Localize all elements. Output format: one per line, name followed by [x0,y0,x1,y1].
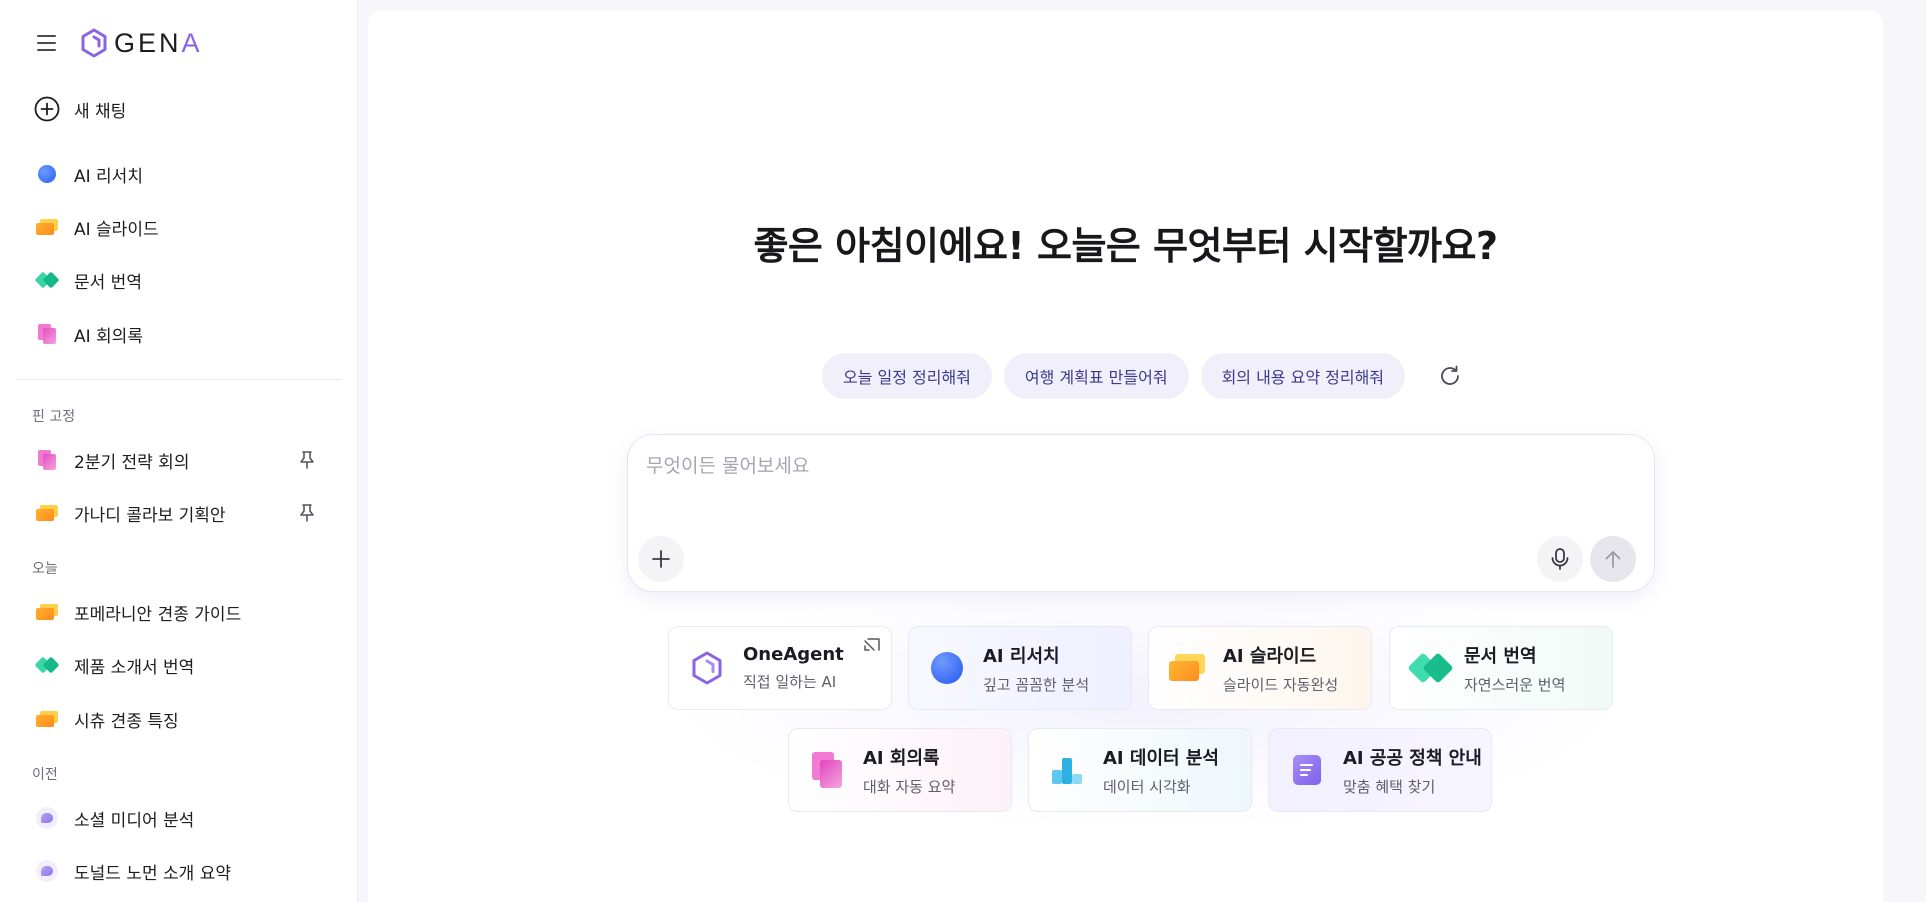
card-subtitle: 깊고 꼼꼼한 분석 [983,675,1090,694]
card-subtitle: 데이터 시각화 [1103,777,1191,796]
minutes-icon [30,324,64,344]
slides-icon [30,505,64,521]
history-item[interactable]: 가나디 콜라보 기획안 [24,491,334,535]
logo-mark-icon [81,28,107,58]
suggestion-chip[interactable]: 오늘 일정 정리해줘 [821,353,992,399]
research-icon [927,648,967,688]
card-subtitle: 직접 일하는 AI [743,673,837,691]
tool-card-ai-policy[interactable]: AI 공공 정책 안내 맞춤 혜택 찾기 [1268,728,1492,812]
slides-icon [1167,648,1207,688]
brand-bar: GENA [32,24,203,62]
sidebar-item-label: AI 슬라이드 [74,219,159,240]
card-title: AI 슬라이드 [1223,645,1317,667]
page-title: 좋은 아침이에요! 오늘은 무엇부터 시작할까요? [753,224,1498,268]
logo[interactable]: GENA [80,28,203,59]
history-item[interactable]: 도널드 노먼 소개 요약 [24,849,334,893]
history-item[interactable]: 소셜 미디어 분석 [24,796,334,840]
policy-icon [1287,750,1327,790]
tool-card-ai-minutes[interactable]: AI 회의록 대화 자동 요약 [788,728,1012,812]
card-subtitle: 대화 자동 요약 [863,777,956,796]
tool-card-ai-slides[interactable]: AI 슬라이드 슬라이드 자동완성 [1148,626,1372,710]
slides-icon [30,711,64,727]
tool-card-doc-translate[interactable]: 문서 번역 자연스러운 번역 [1389,626,1613,710]
history-item-label: 소셜 미디어 분석 [74,810,195,831]
attach-button[interactable] [638,536,684,582]
mic-icon [1551,548,1569,570]
translate-icon [1407,648,1454,688]
plus-circle-icon [30,96,64,122]
voice-button[interactable] [1537,536,1583,582]
oneagent-icon [687,648,727,688]
send-button[interactable] [1590,536,1636,582]
history-item[interactable]: 제품 소개서 번역 [24,643,334,687]
suggestion-chip[interactable]: 회의 내용 요약 정리해줘 [1200,353,1406,399]
card-title: AI 공공 정책 안내 [1343,747,1482,769]
card-title: AI 회의록 [863,747,940,769]
sidebar-item-ai-slides[interactable]: AI 슬라이드 [24,205,334,249]
minutes-icon [30,450,64,470]
sidebar-item-ai-research[interactable]: AI 리서치 [24,152,334,196]
tool-card-ai-research[interactable]: AI 리서치 깊고 꼼꼼한 분석 [908,626,1132,710]
new-chat-label: 새 채팅 [74,101,127,122]
sidebar-item-ai-minutes[interactable]: AI 회의록 [24,312,334,356]
tool-card-oneagent[interactable]: OneAgent 직접 일하는 AI [668,626,892,710]
history-item-label: 가나디 콜라보 기획안 [74,505,226,526]
history-item[interactable]: 시츄 견종 특징 [24,697,334,741]
research-icon [30,165,64,183]
history-item-label: 시츄 견종 특징 [74,711,179,732]
minutes-icon [807,750,847,790]
sidebar-item-label: AI 회의록 [74,326,143,347]
slides-icon [30,219,64,235]
card-subtitle: 맞춤 혜택 찾기 [1343,777,1436,796]
refresh-icon[interactable] [1427,353,1473,399]
card-title: OneAgent [743,644,844,665]
history-item-label: 2분기 전략 회의 [74,452,190,473]
plus-icon [652,550,670,568]
history-item[interactable]: 2분기 전략 회의 [24,438,334,482]
card-subtitle: 자연스러운 번역 [1464,675,1566,694]
tool-card-ai-data[interactable]: AI 데이터 분석 데이터 시각화 [1028,728,1252,812]
chat-icon [30,807,64,829]
chat-icon [30,860,64,882]
card-title: AI 리서치 [983,645,1060,667]
menu-icon[interactable] [32,29,60,57]
translate-icon [30,271,64,289]
new-chat-button[interactable]: 새 채팅 [24,87,334,131]
translate-icon [30,656,64,674]
history-item-label: 도널드 노먼 소개 요약 [74,863,231,884]
section-title-pinned: 핀 고정 [32,409,76,425]
sidebar: GENA 새 채팅 AI 리서치 AI 슬라이드 문서 번역 AI 회의록 핀 … [0,0,358,902]
history-item-label: 포메라니안 견종 가이드 [74,604,242,625]
sidebar-item-label: 문서 번역 [74,272,142,293]
suggestion-chip[interactable]: 여행 계획표 만들어줘 [1003,353,1189,399]
section-title-previous: 이전 [32,767,58,783]
section-title-today: 오늘 [32,561,58,577]
slides-icon [30,604,64,620]
open-external-icon[interactable] [863,637,881,659]
arrow-up-icon [1605,551,1621,568]
sidebar-divider [16,379,342,380]
card-title: 문서 번역 [1464,645,1537,667]
pin-icon[interactable] [298,450,316,475]
data-icon [1047,750,1087,790]
sidebar-item-doc-translate[interactable]: 문서 번역 [24,258,334,302]
suggestion-chips: 오늘 일정 정리해줘 여행 계획표 만들어줘 회의 내용 요약 정리해줘 [368,353,1883,399]
prompt-input[interactable] [646,451,1626,481]
history-item[interactable]: 포메라니안 견종 가이드 [24,590,334,634]
card-subtitle: 슬라이드 자동완성 [1223,675,1339,694]
sidebar-item-label: AI 리서치 [74,166,143,187]
composer [627,434,1655,592]
logo-text: GENA [114,27,203,58]
main-panel: 좋은 아침이에요! 오늘은 무엇부터 시작할까요? 오늘 일정 정리해줘 여행 … [368,10,1883,902]
pin-icon[interactable] [298,503,316,528]
card-title: AI 데이터 분석 [1103,747,1219,769]
history-item-label: 제품 소개서 번역 [74,657,195,678]
